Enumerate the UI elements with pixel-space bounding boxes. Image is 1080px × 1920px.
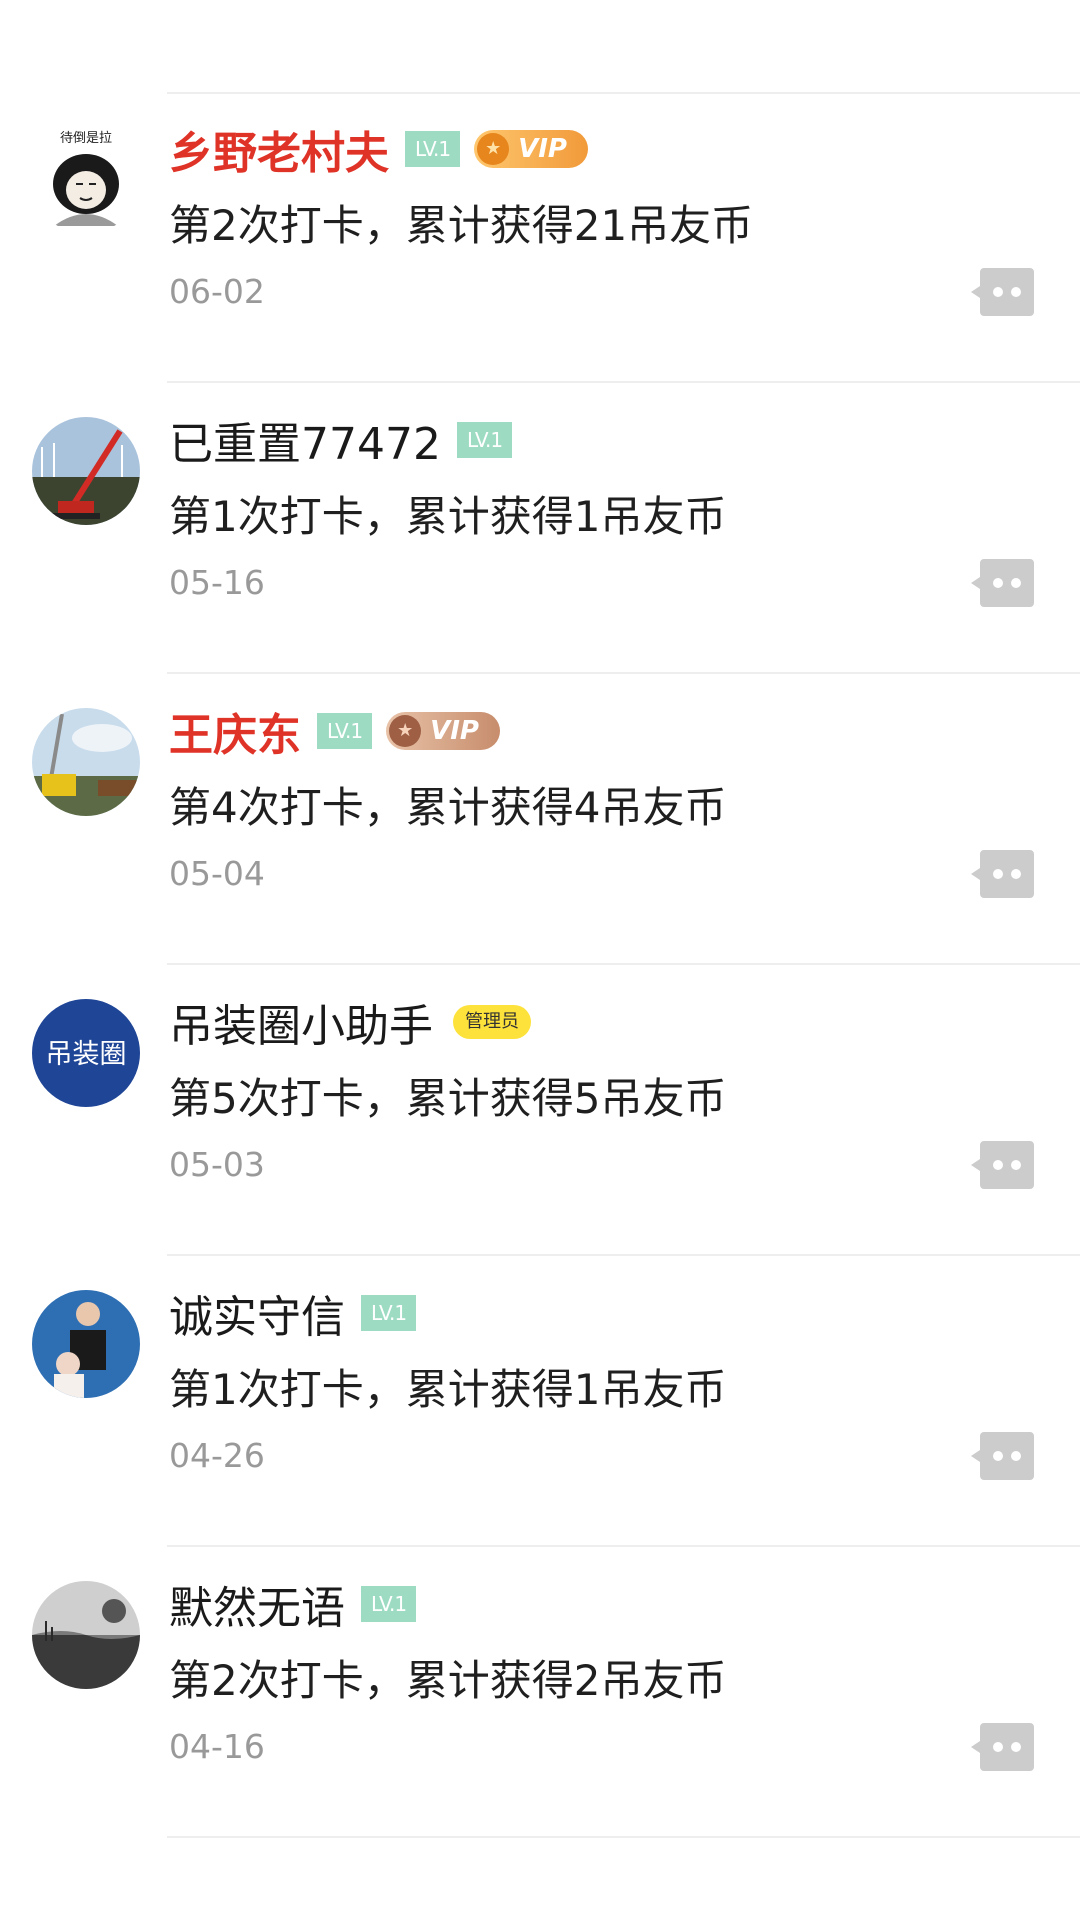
name-row: 已重置77472 LV.1 xyxy=(169,405,513,475)
avatar[interactable] xyxy=(32,1581,140,1689)
comment-bubble-icon xyxy=(971,1723,1034,1771)
level-badge: LV.1 xyxy=(405,131,461,167)
checkin-text: 第1次打卡，累计获得1吊友币 xyxy=(169,492,727,541)
username[interactable]: 诚实守信 xyxy=(169,1281,345,1345)
checkin-text: 第5次打卡，累计获得5吊友币 xyxy=(169,1074,727,1123)
admin-badge: 管理员 xyxy=(453,1005,531,1039)
name-row: 吊装圈小助手 管理员 xyxy=(169,987,531,1057)
name-row: 王庆东 LV.1 ★ VIP xyxy=(169,696,501,766)
divider xyxy=(167,1545,1080,1547)
checkin-item: 诚实守信 LV.1 第1次打卡，累计获得1吊友币 04-26 xyxy=(0,1258,1080,1547)
comment-button[interactable] xyxy=(970,1430,1036,1482)
checkin-date: 06-02 xyxy=(169,272,265,311)
divider xyxy=(167,963,1080,965)
checkin-item: 吊装圈 吊装圈小助手 管理员 第5次打卡，累计获得5吊友币 05-03 xyxy=(0,967,1080,1256)
username[interactable]: 已重置77472 xyxy=(169,408,441,472)
comment-button[interactable] xyxy=(970,1139,1036,1191)
vip-label: VIP xyxy=(518,134,567,164)
svg-text:吊装圈: 吊装圈 xyxy=(46,1039,127,1070)
level-badge: LV.1 xyxy=(317,713,373,749)
vip-coin-icon: ★ xyxy=(477,133,510,165)
comment-bubble-icon xyxy=(971,1432,1034,1480)
vip-label: VIP xyxy=(430,716,479,746)
name-row: 诚实守信 LV.1 xyxy=(169,1278,417,1348)
checkin-item: 默然无语 LV.1 第2次打卡，累计获得2吊友币 04-16 xyxy=(0,1549,1080,1838)
level-badge: LV.1 xyxy=(361,1295,417,1331)
checkin-text: 第1次打卡，累计获得1吊友币 xyxy=(169,1365,727,1414)
level-badge: LV.1 xyxy=(361,1586,417,1622)
vip-badge: ★ VIP xyxy=(474,130,589,168)
comment-bubble-icon xyxy=(971,850,1034,898)
comment-bubble-icon xyxy=(971,559,1034,607)
checkin-date: 05-04 xyxy=(169,854,265,893)
checkin-text: 第4次打卡，累计获得4吊友币 xyxy=(169,783,727,832)
comment-bubble-icon xyxy=(971,268,1034,316)
svg-text:待倒是拉: 待倒是拉 xyxy=(60,131,112,146)
checkin-item: 已重置77472 LV.1 第1次打卡，累计获得1吊友币 05-16 xyxy=(0,385,1080,674)
username[interactable]: 吊装圈小助手 xyxy=(169,990,433,1054)
avatar[interactable] xyxy=(32,417,140,525)
comment-button[interactable] xyxy=(970,1721,1036,1773)
comment-button[interactable] xyxy=(970,266,1036,318)
divider xyxy=(167,381,1080,383)
avatar[interactable] xyxy=(32,1290,140,1398)
checkin-date: 05-03 xyxy=(169,1145,265,1184)
checkin-date: 04-16 xyxy=(169,1727,265,1766)
name-row: 默然无语 LV.1 xyxy=(169,1569,417,1639)
username[interactable]: 默然无语 xyxy=(169,1572,345,1636)
checkin-text: 第2次打卡，累计获得21吊友币 xyxy=(169,201,754,250)
vip-badge: ★ VIP xyxy=(386,712,501,750)
comment-button[interactable] xyxy=(970,557,1036,609)
vip-coin-icon: ★ xyxy=(389,715,422,747)
checkin-item: 待倒是拉 乡野老村夫 LV.1 ★ VIP 第2次打卡，累计获得21吊友币 06… xyxy=(0,94,1080,383)
avatar[interactable]: 吊装圈 xyxy=(32,999,140,1107)
avatar[interactable] xyxy=(32,708,140,816)
comment-button[interactable] xyxy=(970,848,1036,900)
username[interactable]: 乡野老村夫 xyxy=(169,117,389,181)
name-row: 乡野老村夫 LV.1 ★ VIP xyxy=(169,114,589,184)
divider xyxy=(167,1836,1080,1838)
checkin-text: 第2次打卡，累计获得2吊友币 xyxy=(169,1656,727,1705)
username[interactable]: 王庆东 xyxy=(169,699,301,763)
comment-bubble-icon xyxy=(971,1141,1034,1189)
checkin-date: 04-26 xyxy=(169,1436,265,1475)
checkin-date: 05-16 xyxy=(169,563,265,602)
divider xyxy=(167,1254,1080,1256)
avatar[interactable]: 待倒是拉 xyxy=(32,126,140,234)
checkin-item: 王庆东 LV.1 ★ VIP 第4次打卡，累计获得4吊友币 05-04 xyxy=(0,676,1080,965)
level-badge: LV.1 xyxy=(456,422,513,458)
divider xyxy=(167,672,1080,674)
